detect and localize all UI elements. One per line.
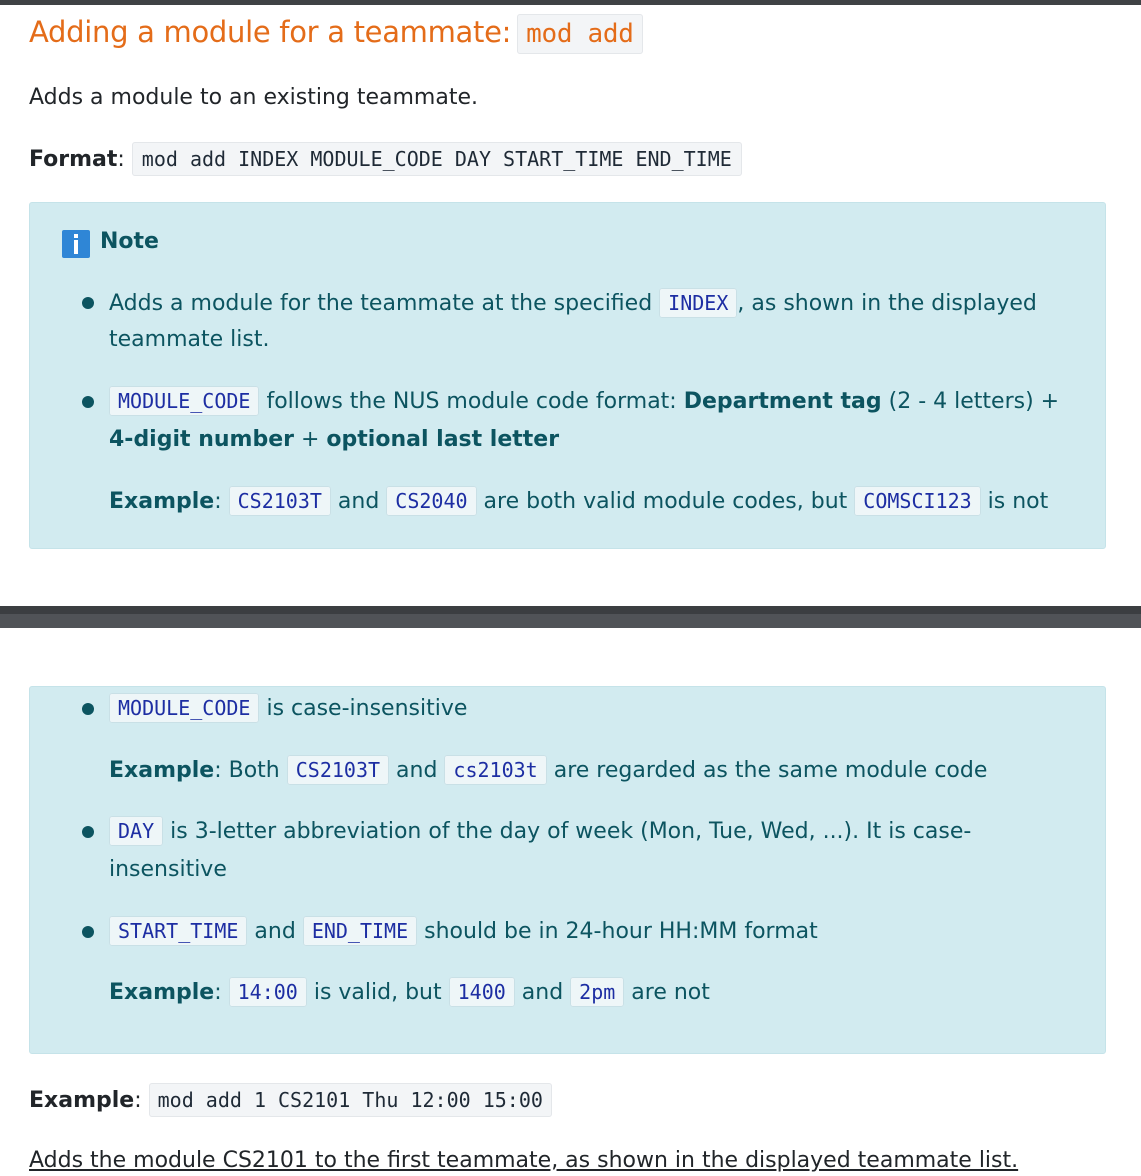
example-line: Example: mod add 1 CS2101 Thu 12:00 15:0… <box>29 1083 552 1117</box>
heading-text: Adding a module for a teammate: <box>29 15 512 49</box>
note-item-3-line-1: MODULE_CODE is case-insensitive <box>109 693 467 724</box>
example-command-code: mod add 1 CS2101 Thu 12:00 15:00 <box>148 1083 552 1117</box>
note-item-4-line-1: DAY is 3-letter abbreviation of the day … <box>109 816 971 847</box>
format-label: Format <box>29 147 118 172</box>
end-time-code: END_TIME <box>302 916 418 946</box>
info-icon <box>62 230 90 258</box>
heading-command-code: mod add <box>517 14 643 54</box>
note-item-2-line-2: 4-digit number + optional last letter <box>109 427 560 452</box>
example-description: Adds the module CS2101 to the first team… <box>29 1148 1019 1173</box>
start-time-code: START_TIME <box>109 916 248 946</box>
example-label: Example <box>29 1088 135 1113</box>
screenshot-divider <box>0 606 1141 628</box>
note-item-4-line-2: insensitive <box>109 857 227 882</box>
bullet <box>82 926 94 938</box>
format-line: Format: mod add INDEX MODULE_CODE DAY ST… <box>29 142 742 176</box>
note-item-2-line-1: MODULE_CODE follows the NUS module code … <box>109 386 1059 417</box>
bullet <box>82 297 94 309</box>
bullet <box>82 703 94 715</box>
format-command-code: mod add INDEX MODULE_CODE DAY START_TIME… <box>131 142 742 176</box>
intro-text: Adds a module to an existing teammate. <box>29 85 478 110</box>
module-code-code: MODULE_CODE <box>109 386 260 416</box>
note-item-1-line-1: Adds a module for the teammate at the sp… <box>109 288 1037 319</box>
note-item-3-example: Example: Both CS2103T and cs2103t are re… <box>109 755 987 786</box>
section-heading: Adding a module for a teammate: mod add <box>29 10 643 56</box>
note-title: Note <box>100 229 159 254</box>
note-item-1-line-2: teammate list. <box>109 327 270 352</box>
note-item-2-example: Example: CS2103T and CS2040 are both val… <box>109 486 1048 517</box>
note-item-5-line-1: START_TIME and END_TIME should be in 24-… <box>109 916 818 947</box>
bullet <box>82 826 94 838</box>
index-code: INDEX <box>659 288 738 318</box>
module-code-code: MODULE_CODE <box>109 693 260 723</box>
note-item-5-example: Example: 14:00 is valid, but 1400 and 2p… <box>109 977 710 1008</box>
bullet <box>82 396 94 408</box>
top-border <box>0 0 1141 5</box>
day-code: DAY <box>109 816 164 846</box>
